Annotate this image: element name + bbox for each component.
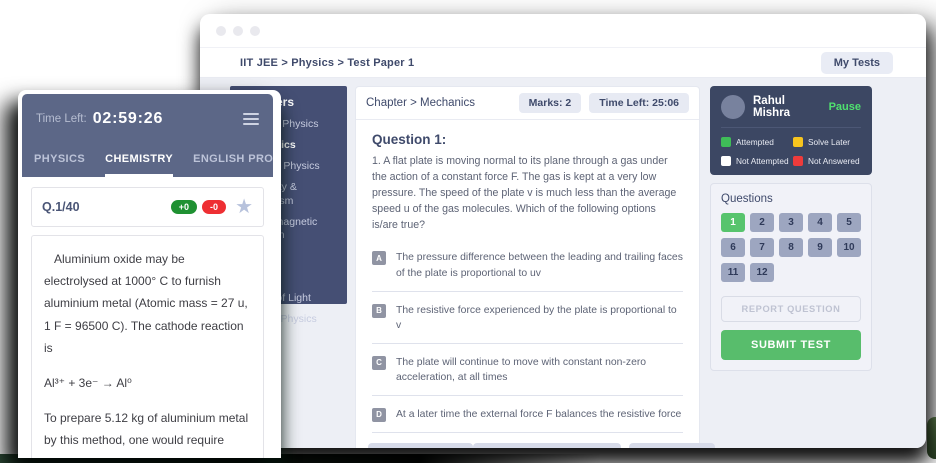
pause-button[interactable]: Pause <box>829 101 861 113</box>
question-panel-header: Chapter > Mechanics Marks: 2 Time Left: … <box>356 87 699 120</box>
option-c-letter: C <box>372 356 386 370</box>
tab-chemistry[interactable]: CHEMISTRY <box>105 144 173 177</box>
legend-not-answered-label: Not Answered <box>808 156 860 166</box>
window-close-dot[interactable] <box>216 26 226 36</box>
solve-later-button[interactable]: Solve this question later <box>473 443 620 448</box>
submit-test-button[interactable]: SUBMIT TEST <box>721 330 861 360</box>
option-a[interactable]: A The pressure difference between the le… <box>372 239 683 291</box>
mobile-question-header: Q.1/40 +0 -0 ★ <box>31 187 264 227</box>
question-cell-5[interactable]: 5 <box>837 213 861 232</box>
user-card: Rahul Mishra Pause Attempted Solve Later <box>710 86 872 175</box>
question-cell-3[interactable]: 3 <box>779 213 803 232</box>
breadcrumb[interactable]: IIT JEE > Physics > Test Paper 1 <box>240 57 414 69</box>
question-cell-1[interactable]: 1 <box>721 213 745 232</box>
option-a-letter: A <box>372 251 386 265</box>
legend-not-attempted-label: Not Attempted <box>736 156 789 166</box>
option-a-text: The pressure difference between the lead… <box>396 250 683 280</box>
cathode-reaction-equation: Al³⁺ + 3e⁻ → Al⁰ <box>44 372 251 394</box>
mobile-device: Time Left: 02:59:26 PHYSICS CHEMISTRY EN… <box>18 90 281 458</box>
tab-physics[interactable]: PHYSICS <box>34 144 85 177</box>
positive-marks-badge: +0 <box>171 200 197 214</box>
marks-badge: Marks: 2 <box>519 93 582 113</box>
tab-english-proficiency[interactable]: ENGLISH PROFICIENCY <box>193 144 273 177</box>
questions-title: Questions <box>721 193 861 205</box>
option-d-letter: D <box>372 408 386 422</box>
user-row: Rahul Mishra Pause <box>721 95 861 128</box>
mobile-time-left-value: 02:59:26 <box>93 110 163 128</box>
not-attempted-color-swatch <box>721 156 731 166</box>
option-d-text: At a later time the external force F bal… <box>396 407 681 422</box>
user-name: Rahul Mishra <box>753 95 821 119</box>
window-minimize-dot[interactable] <box>233 26 243 36</box>
avatar <box>721 95 745 119</box>
legend-not-attempted: Not Attempted <box>721 156 789 166</box>
legend-attempted: Attempted <box>721 137 789 147</box>
question-panel: Chapter > Mechanics Marks: 2 Time Left: … <box>355 86 700 448</box>
window-maximize-dot[interactable] <box>250 26 260 36</box>
attempted-color-swatch <box>721 137 731 147</box>
chapter-breadcrumb: Chapter > Mechanics <box>366 97 511 109</box>
question-cell-10[interactable]: 10 <box>837 238 861 257</box>
option-c-text: The plate will continue to move with con… <box>396 355 683 385</box>
option-c[interactable]: C The plate will continue to move with c… <box>372 344 683 396</box>
questions-panel: Questions 1 2 3 4 5 6 7 8 9 10 11 12 <box>710 183 872 371</box>
stage: IIT JEE > Physics > Test Paper 1 My Test… <box>0 0 936 463</box>
option-b[interactable]: B The resistive force experienced by the… <box>372 292 683 344</box>
mobile-question-text-2: To prepare 5.12 kg of aluminium metal by… <box>44 407 251 451</box>
breadcrumb-bar: IIT JEE > Physics > Test Paper 1 My Test… <box>200 48 926 78</box>
option-d[interactable]: D At a later time the external force F b… <box>372 396 683 433</box>
question-cell-12[interactable]: 12 <box>750 263 774 282</box>
question-cell-6[interactable]: 6 <box>721 238 745 257</box>
mobile-question-text-1: Aluminium oxide may be electrolysed at 1… <box>44 248 251 359</box>
question-cell-4[interactable]: 4 <box>808 213 832 232</box>
not-answered-color-swatch <box>793 156 803 166</box>
mobile-subject-tabs: PHYSICS CHEMISTRY ENGLISH PROFICIENCY <box>22 144 273 177</box>
legend-attempted-label: Attempted <box>736 137 774 147</box>
question-cell-9[interactable]: 9 <box>808 238 832 257</box>
legend-solve-later: Solve Later <box>793 137 861 147</box>
question-cell-7[interactable]: 7 <box>750 238 774 257</box>
question-footer: Clear Response Solve this question later… <box>356 433 699 448</box>
negative-marks-badge: -0 <box>202 200 226 214</box>
mobile-question-card: Aluminium oxide may be electrolysed at 1… <box>31 235 264 458</box>
grid-spacer <box>721 282 861 296</box>
question-cell-2[interactable]: 2 <box>750 213 774 232</box>
report-question-button[interactable]: REPORT QUESTION <box>721 296 861 322</box>
window-titlebar <box>200 14 926 48</box>
clear-response-button[interactable]: Clear Response <box>368 443 473 448</box>
bookmark-star-icon[interactable]: ★ <box>235 197 253 217</box>
plant-decoration <box>927 417 936 459</box>
window-content: Chapters General Physics Mechanics Therm… <box>200 78 926 448</box>
my-tests-button[interactable]: My Tests <box>821 52 893 74</box>
desktop-window: IIT JEE > Physics > Test Paper 1 My Test… <box>200 14 926 448</box>
question-text: 1. A flat plate is moving normal to its … <box>372 154 683 233</box>
question-cell-8[interactable]: 8 <box>779 238 803 257</box>
side-panel: Rahul Mishra Pause Attempted Solve Later <box>710 86 872 371</box>
question-body: Question 1: 1. A flat plate is moving no… <box>356 120 699 433</box>
time-left-badge: Time Left: 25:06 <box>589 93 689 113</box>
question-title: Question 1: <box>372 132 683 147</box>
mobile-header: Time Left: 02:59:26 <box>22 94 273 144</box>
legend-solve-later-label: Solve Later <box>808 137 850 147</box>
option-b-letter: B <box>372 304 386 318</box>
option-b-text: The resistive force experienced by the p… <box>396 303 683 333</box>
mobile-screen: Time Left: 02:59:26 PHYSICS CHEMISTRY EN… <box>22 94 273 458</box>
mobile-body: Q.1/40 +0 -0 ★ Aluminium oxide may be el… <box>22 177 273 458</box>
legend-not-answered: Not Answered <box>793 156 861 166</box>
mobile-time-left-label: Time Left: <box>36 113 87 125</box>
hamburger-menu-icon[interactable] <box>243 113 259 125</box>
solve-later-color-swatch <box>793 137 803 147</box>
mobile-question-number: Q.1/40 <box>42 200 166 214</box>
status-legend: Attempted Solve Later Not Attempted <box>721 137 861 166</box>
save-next-button[interactable]: Save & Next <box>629 443 716 448</box>
question-number-grid: 1 2 3 4 5 6 7 8 9 10 11 12 <box>721 213 861 282</box>
question-cell-11[interactable]: 11 <box>721 263 745 282</box>
